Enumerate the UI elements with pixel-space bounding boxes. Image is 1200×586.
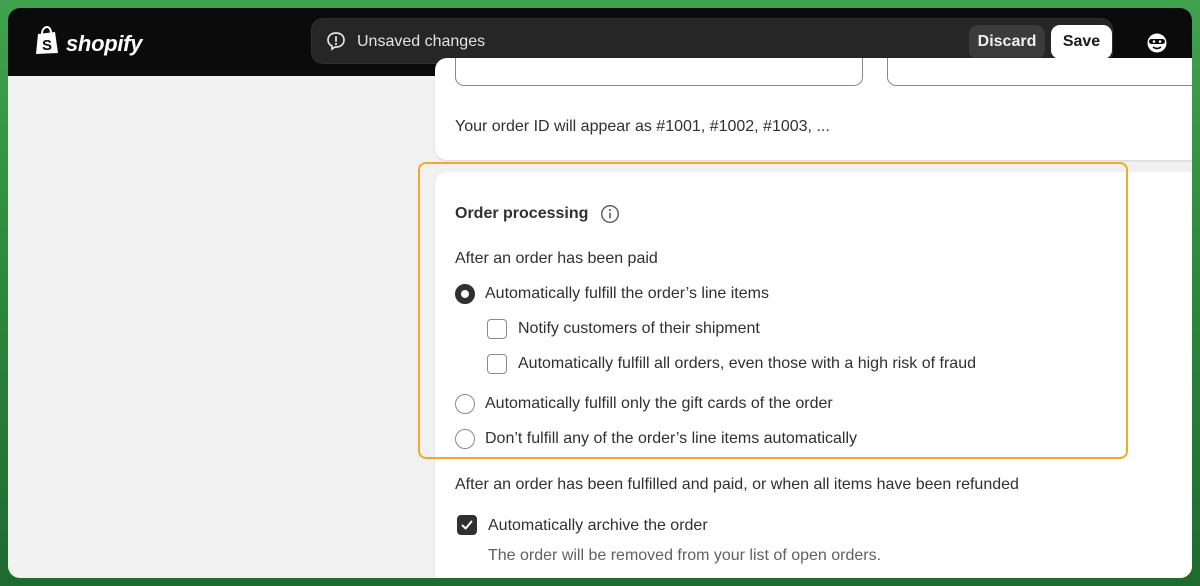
radio-fulfill-gift-cards[interactable] <box>455 394 475 414</box>
archive-help-text: The order will be removed from your list… <box>488 547 882 564</box>
prefix-input[interactable] <box>455 58 863 86</box>
checkbox-label-fulfill-high-risk: Automatically fulfill all orders, even t… <box>518 355 976 372</box>
radio-dont-fulfill[interactable] <box>455 429 475 449</box>
unsaved-changes-message: Unsaved changes <box>357 33 486 50</box>
shopify-logo[interactable]: S shopify <box>34 25 143 61</box>
order-id-preview: Your order ID will appear as #1001, #100… <box>455 118 830 135</box>
radio-label-fulfill-gift-cards: Automatically fulfill only the gift card… <box>485 395 833 412</box>
save-button[interactable]: Save <box>1051 25 1112 59</box>
checkbox-label-archive-order: Automatically archive the order <box>488 517 708 534</box>
svg-text:S: S <box>42 37 52 54</box>
paid-heading: After an order has been paid <box>455 250 658 267</box>
radio-label-dont-fulfill: Don’t fulfill any of the order’s line it… <box>485 430 858 447</box>
discard-button[interactable]: Discard <box>969 25 1045 59</box>
brand-name: shopify <box>66 30 143 56</box>
fulfilled-heading: After an order has been fulfilled and pa… <box>455 476 1019 493</box>
checkmark-icon <box>461 520 473 530</box>
user-avatar-icon[interactable] <box>1146 32 1168 59</box>
checkbox-fulfill-high-risk[interactable] <box>487 354 507 374</box>
order-processing-title: Order processing <box>455 205 589 222</box>
radio-label-fulfill-line-items: Automatically fulfill the order’s line i… <box>485 285 769 302</box>
checkbox-label-notify-customers: Notify customers of their shipment <box>518 320 760 337</box>
alert-icon <box>326 31 346 56</box>
checkbox-notify-customers[interactable] <box>487 319 507 339</box>
checkbox-archive-order[interactable] <box>457 515 477 535</box>
radio-fulfill-line-items[interactable] <box>455 284 475 304</box>
app-window: S shopify Unsaved changes Discard Save Y… <box>8 8 1192 578</box>
order-processing-card: Order processing After an order has been… <box>435 172 1192 578</box>
suffix-input[interactable] <box>887 58 1192 86</box>
order-id-card: Your order ID will appear as #1001, #100… <box>435 58 1192 160</box>
shopify-bag-icon: S <box>34 25 60 61</box>
info-icon[interactable] <box>600 204 620 229</box>
